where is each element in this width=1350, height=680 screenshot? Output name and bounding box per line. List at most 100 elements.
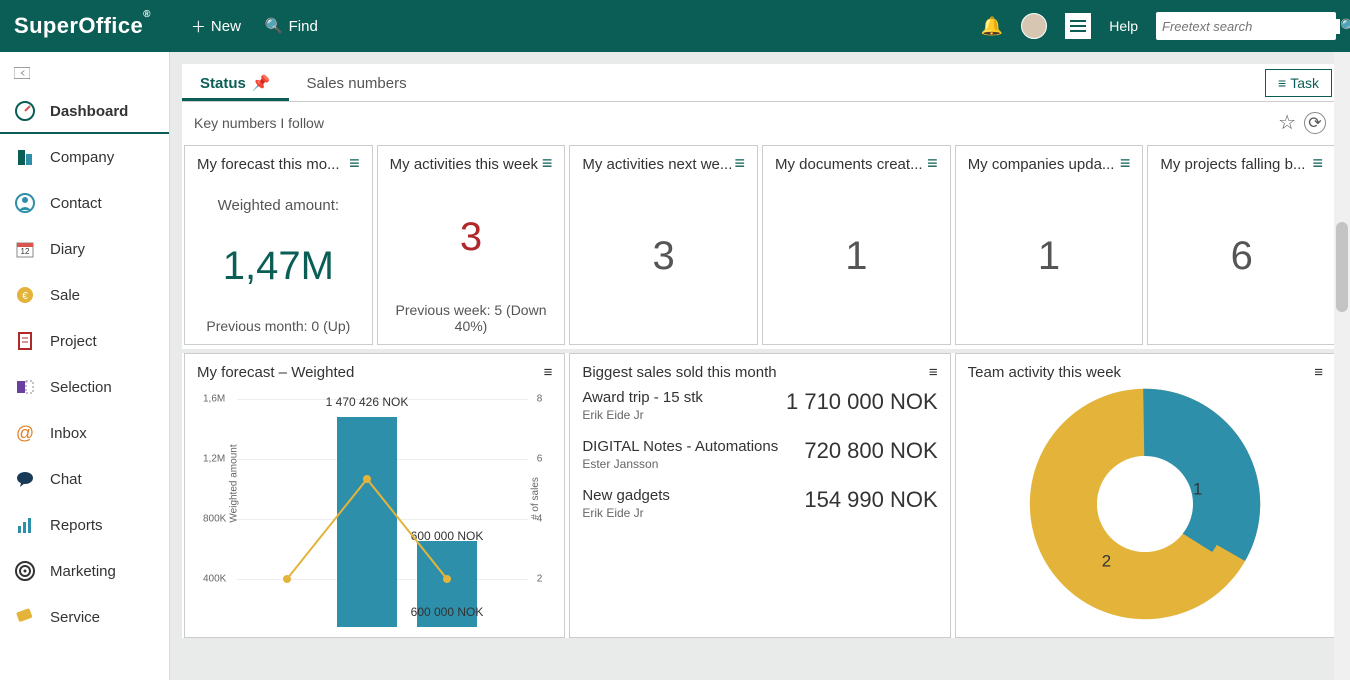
scroll-thumb[interactable] bbox=[1336, 222, 1348, 312]
sidebar-item-marketing[interactable]: Marketing bbox=[0, 548, 169, 594]
sale-amount: 1 710 000 NOK bbox=[786, 389, 938, 415]
search-input[interactable] bbox=[1162, 19, 1340, 34]
bar-label: 1 470 426 NOK bbox=[326, 395, 409, 409]
kpi-card-companies: My companies upda...≡ 1 bbox=[955, 145, 1144, 345]
card-menu-icon[interactable]: ≡ bbox=[542, 156, 553, 170]
star-icon[interactable]: ☆ bbox=[1278, 110, 1296, 135]
sidebar-item-project[interactable]: Project bbox=[0, 318, 169, 364]
biggest-sales-panel: Biggest sales sold this month≡ Award tri… bbox=[569, 353, 950, 638]
sidebar-item-company[interactable]: Company bbox=[0, 134, 169, 180]
svg-text:@: @ bbox=[16, 423, 34, 443]
donut-label-1: 1 bbox=[1193, 479, 1202, 498]
company-icon bbox=[14, 146, 36, 168]
new-button[interactable]: ＋ New bbox=[191, 16, 241, 37]
bell-icon[interactable]: 🔔 bbox=[981, 16, 1003, 37]
panel-menu-icon[interactable]: ≡ bbox=[1314, 364, 1323, 381]
tab-bar: Status 📌 Sales numbers ≡ Task bbox=[182, 64, 1338, 102]
tab-status[interactable]: Status 📌 bbox=[182, 64, 289, 101]
svg-text:€: € bbox=[22, 291, 28, 302]
line-point bbox=[363, 475, 371, 483]
card-title: My companies upda... bbox=[968, 156, 1115, 173]
scrollbar[interactable] bbox=[1334, 52, 1350, 680]
panel-menu-icon[interactable]: ≡ bbox=[544, 364, 553, 381]
search-icon[interactable]: 🔍 bbox=[1340, 18, 1350, 35]
y2-tick: 2 bbox=[537, 574, 543, 585]
card-title: My forecast this mo... bbox=[197, 156, 340, 173]
new-label: New bbox=[211, 18, 241, 35]
sidebar-item-selection[interactable]: Selection bbox=[0, 364, 169, 410]
y2-tick: 4 bbox=[537, 514, 543, 525]
sidebar-item-diary[interactable]: 12 Diary bbox=[0, 226, 169, 272]
sidebar-item-service[interactable]: Service bbox=[0, 594, 169, 640]
card-menu-icon[interactable]: ≡ bbox=[349, 156, 360, 170]
sidebar-item-inbox[interactable]: @ Inbox bbox=[0, 410, 169, 456]
reports-icon bbox=[14, 514, 36, 536]
card-menu-icon[interactable]: ≡ bbox=[735, 156, 746, 170]
sale-name: Award trip - 15 stk bbox=[582, 389, 703, 406]
card-title: My projects falling b... bbox=[1160, 156, 1305, 173]
panel-menu-icon[interactable]: ≡ bbox=[929, 364, 938, 381]
card-menu-icon[interactable]: ≡ bbox=[1120, 156, 1131, 170]
sales-row[interactable]: Award trip - 15 stkErik Eide Jr 1 710 00… bbox=[582, 389, 937, 422]
kpi-card-forecast: My forecast this mo... ≡ Weighted amount:… bbox=[184, 145, 373, 345]
sidebar-item-label: Reports bbox=[50, 517, 103, 534]
dashboard-icon bbox=[14, 100, 36, 122]
task-button[interactable]: ≡ Task bbox=[1265, 69, 1332, 97]
sidebar-item-label: Marketing bbox=[50, 563, 116, 580]
find-button[interactable]: 🔍 Find bbox=[265, 17, 318, 35]
svg-text:12: 12 bbox=[21, 247, 30, 256]
forecast-chart: Weighted amount # of sales 1,6M8 1,2M6 8… bbox=[197, 389, 552, 627]
forecast-panel: My forecast – Weighted≡ Weighted amount … bbox=[184, 353, 565, 638]
sidebar-item-label: Contact bbox=[50, 195, 102, 212]
diary-icon: 12 bbox=[14, 238, 36, 260]
help-link[interactable]: Help bbox=[1109, 18, 1138, 34]
sale-owner: Erik Eide Jr bbox=[582, 506, 670, 520]
kpi-card-projects: My projects falling b... ≡ 6 bbox=[1147, 145, 1336, 345]
y2-tick: 8 bbox=[537, 394, 543, 405]
sidebar: Dashboard Company Contact 12 Diary € Sal… bbox=[0, 52, 170, 680]
card-menu-icon[interactable]: ≡ bbox=[927, 156, 938, 170]
sidebar-item-label: Project bbox=[50, 333, 97, 350]
sales-row[interactable]: New gadgetsErik Eide Jr 154 990 NOK bbox=[582, 487, 937, 520]
sale-icon: € bbox=[14, 284, 36, 306]
sidebar-item-sale[interactable]: € Sale bbox=[0, 272, 169, 318]
line-point bbox=[443, 575, 451, 583]
card-value: 6 bbox=[1160, 234, 1323, 279]
sidebar-item-label: Dashboard bbox=[50, 103, 128, 120]
y-tick: 1,6M bbox=[203, 394, 225, 405]
tab-label: Status bbox=[200, 75, 246, 92]
menu-icon[interactable] bbox=[1065, 13, 1091, 39]
card-value: 1 bbox=[775, 234, 938, 279]
card-footnote: Previous month: 0 (Up) bbox=[197, 318, 360, 334]
plus-icon: ＋ bbox=[191, 16, 206, 37]
kpi-card-activities-this-week: My activities this week≡ 3 Previous week… bbox=[377, 145, 566, 345]
sidebar-item-contact[interactable]: Contact bbox=[0, 180, 169, 226]
sidebar-item-reports[interactable]: Reports bbox=[0, 502, 169, 548]
chart-bar bbox=[337, 417, 397, 627]
tab-sales-numbers[interactable]: Sales numbers bbox=[289, 65, 425, 100]
collapse-sidebar-button[interactable] bbox=[0, 60, 169, 88]
search-box[interactable]: 🔍 bbox=[1156, 12, 1336, 40]
y-tick: 800K bbox=[203, 514, 226, 525]
sidebar-item-label: Selection bbox=[50, 379, 112, 396]
contact-icon bbox=[14, 192, 36, 214]
sale-name: DIGITAL Notes - Automations bbox=[582, 438, 778, 455]
team-activity-panel: Team activity this week≡ 1 2 bbox=[955, 353, 1336, 638]
sales-row[interactable]: DIGITAL Notes - AutomationsEster Jansson… bbox=[582, 438, 937, 471]
panel-title: Team activity this week bbox=[968, 364, 1121, 381]
sidebar-item-chat[interactable]: Chat bbox=[0, 456, 169, 502]
kpi-card-documents: My documents creat...≡ 1 bbox=[762, 145, 951, 345]
panel-title: My forecast – Weighted bbox=[197, 364, 354, 381]
sidebar-item-dashboard[interactable]: Dashboard bbox=[0, 88, 169, 134]
sidebar-item-label: Chat bbox=[50, 471, 82, 488]
find-label: Find bbox=[289, 18, 318, 35]
refresh-icon[interactable]: ⟳ bbox=[1304, 112, 1326, 134]
list-icon: ≡ bbox=[1278, 75, 1286, 91]
card-menu-icon[interactable]: ≡ bbox=[1313, 156, 1324, 170]
avatar[interactable] bbox=[1021, 13, 1047, 39]
project-icon bbox=[14, 330, 36, 352]
inbox-icon: @ bbox=[14, 422, 36, 444]
sale-name: New gadgets bbox=[582, 487, 670, 504]
top-bar: SuperOffice® ＋ New 🔍 Find 🔔 Help 🔍 bbox=[0, 0, 1350, 52]
card-subtitle: Weighted amount: bbox=[197, 197, 360, 214]
